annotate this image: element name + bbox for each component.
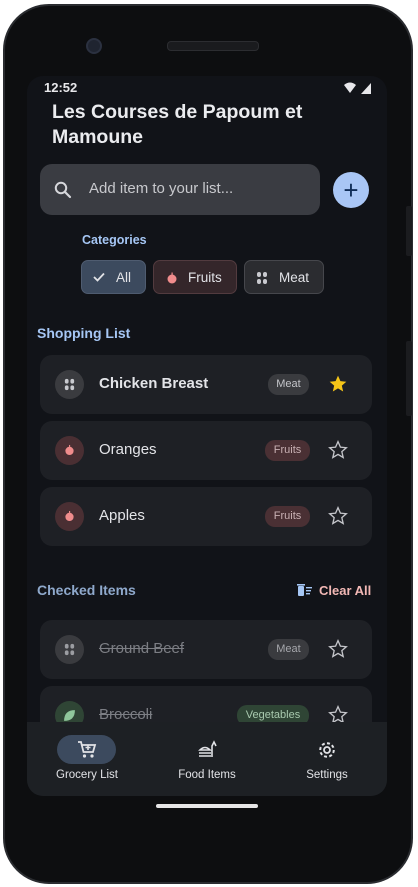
list-item[interactable]: Chicken Breast Meat bbox=[40, 355, 372, 414]
nav-food-items-label: Food Items bbox=[178, 769, 236, 781]
category-badge: Meat bbox=[268, 374, 309, 395]
apple-icon bbox=[65, 444, 74, 456]
star-outline-icon[interactable] bbox=[328, 639, 348, 659]
volume-button bbox=[406, 341, 412, 416]
gear-icon bbox=[319, 742, 335, 758]
chip-all[interactable]: All bbox=[81, 260, 146, 294]
category-badge: Fruits bbox=[265, 440, 310, 461]
nav-grocery-list[interactable]: Grocery List bbox=[27, 722, 147, 796]
app-screen: 12:52 Les Courses de Papoum et Mamoune A… bbox=[27, 76, 387, 796]
item-avatar bbox=[55, 502, 84, 531]
power-button bbox=[406, 206, 412, 256]
apple-icon bbox=[65, 510, 74, 522]
clear-all-label: Clear All bbox=[319, 583, 372, 598]
category-badge: Fruits bbox=[265, 506, 310, 527]
star-outline-icon[interactable] bbox=[328, 440, 348, 460]
item-avatar bbox=[55, 370, 84, 399]
nav-grocery-list-label: Grocery List bbox=[56, 769, 118, 781]
item-name: Chicken Breast bbox=[99, 375, 209, 392]
plus-icon: + bbox=[343, 175, 359, 205]
wifi-battery-icon bbox=[344, 82, 371, 94]
earpiece-speaker bbox=[167, 41, 259, 51]
search-field[interactable]: Add item to your list... bbox=[40, 164, 320, 215]
status-bar: 12:52 bbox=[27, 76, 387, 100]
home-indicator[interactable] bbox=[156, 804, 258, 808]
chip-meat-label: Meat bbox=[279, 270, 310, 285]
add-item-button[interactable]: + bbox=[333, 172, 369, 208]
meat-icon bbox=[64, 378, 75, 391]
item-avatar bbox=[55, 635, 84, 664]
nav-settings-label: Settings bbox=[306, 769, 348, 781]
chip-meat[interactable]: Meat bbox=[244, 260, 324, 294]
leaf-icon bbox=[64, 710, 75, 721]
clear-list-icon bbox=[297, 584, 312, 596]
item-name: Broccoli bbox=[99, 706, 153, 723]
star-outline-icon[interactable] bbox=[328, 506, 348, 526]
meat-icon bbox=[64, 643, 75, 656]
category-badge: Meat bbox=[268, 639, 309, 660]
check-icon bbox=[93, 272, 105, 282]
star-filled-icon[interactable] bbox=[328, 374, 348, 394]
page-title: Les Courses de Papoum et Mamoune bbox=[52, 101, 303, 148]
shopping-list-title: Shopping List bbox=[37, 325, 131, 341]
status-time: 12:52 bbox=[44, 80, 78, 95]
item-name: Apples bbox=[99, 507, 145, 524]
nav-food-items[interactable]: Food Items bbox=[147, 722, 267, 796]
bottom-navigation: Grocery List Food Items Settings bbox=[27, 722, 387, 796]
chip-fruits-label: Fruits bbox=[188, 270, 222, 285]
list-item[interactable]: Ground Beef Meat bbox=[40, 620, 372, 679]
chip-fruits[interactable]: Fruits bbox=[153, 260, 237, 294]
nav-settings[interactable]: Settings bbox=[267, 722, 387, 796]
chip-all-label: All bbox=[116, 270, 132, 285]
checked-items-title: Checked Items bbox=[37, 582, 136, 598]
meat-icon bbox=[257, 272, 267, 284]
food-icon bbox=[198, 740, 217, 757]
apple-icon bbox=[167, 272, 177, 284]
list-item[interactable]: Apples Fruits bbox=[40, 487, 372, 546]
search-icon bbox=[54, 181, 72, 199]
cart-icon bbox=[78, 741, 97, 758]
search-placeholder[interactable]: Add item to your list... bbox=[89, 180, 233, 197]
list-item[interactable]: Oranges Fruits bbox=[40, 421, 372, 480]
item-name: Oranges bbox=[99, 441, 157, 458]
front-camera bbox=[86, 38, 102, 54]
item-avatar bbox=[55, 436, 84, 465]
categories-label: Categories bbox=[82, 233, 147, 247]
item-name: Ground Beef bbox=[99, 640, 185, 657]
